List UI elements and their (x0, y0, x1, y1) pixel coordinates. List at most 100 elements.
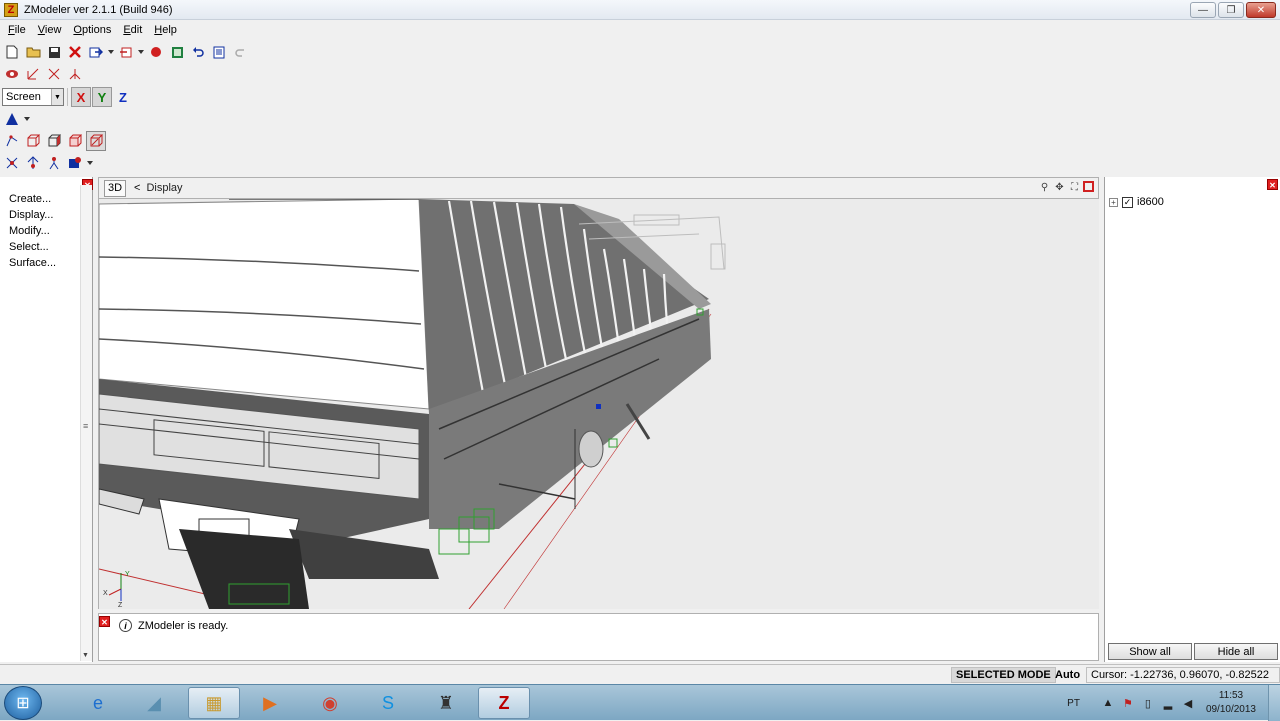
gizmo-x-label: X (103, 590, 108, 597)
cmd-modify[interactable]: Modify... (9, 225, 56, 241)
separator (67, 88, 68, 106)
scene-tree-panel: ✕ + ✓ i8600 Show all Hide all (1104, 177, 1280, 662)
close-tree-icon[interactable]: ✕ (1267, 179, 1278, 190)
visibility-checkbox[interactable]: ✓ (1122, 196, 1133, 208)
menu-view[interactable]: View (32, 24, 68, 36)
coord-space-select[interactable]: Screen ▼ (2, 88, 64, 106)
internet-explorer-icon[interactable]: e (72, 687, 124, 719)
axis-y-toggle[interactable]: Y (92, 87, 112, 107)
pivot-icon[interactable] (2, 64, 22, 84)
record-icon[interactable] (146, 42, 166, 62)
clock-time: 11:53 (1218, 690, 1244, 701)
export-icon[interactable] (116, 42, 136, 62)
menu-options[interactable]: Options (67, 24, 117, 36)
cone-dropdown-icon[interactable] (23, 109, 31, 129)
object-select-icon[interactable] (65, 131, 85, 151)
show-all-button[interactable]: Show all (1108, 643, 1192, 660)
start-button[interactable]: ⊞ (4, 686, 42, 720)
selection-toolbar (2, 130, 106, 152)
3d-viewport[interactable]: Y X Z (98, 199, 1099, 609)
edge-select-icon[interactable] (23, 131, 43, 151)
network-icon[interactable]: ▂ (1160, 695, 1176, 711)
delete-icon[interactable] (65, 42, 85, 62)
viewport-back-arrow[interactable]: < (134, 182, 140, 194)
minimize-button[interactable]: — (1190, 2, 1216, 18)
group-select-icon[interactable] (86, 131, 106, 151)
volume-icon[interactable]: ◀ (1180, 695, 1196, 711)
tool-dropdown-icon[interactable] (86, 153, 94, 173)
tool-d-icon[interactable] (65, 153, 85, 173)
face-select-icon[interactable] (44, 131, 64, 151)
file-explorer-icon[interactable]: ▦ (188, 687, 240, 719)
new-file-icon[interactable] (2, 42, 22, 62)
transform-toolbar (2, 63, 85, 85)
zmodeler-app-icon[interactable]: Z (4, 2, 18, 17)
command-panel-scrollbar[interactable]: ≡ ▼ (80, 185, 92, 661)
status-bar: SELECTED MODE Auto Cursor: -1.22736, 0.9… (0, 664, 1280, 684)
tree-item-label[interactable]: i8600 (1137, 196, 1164, 208)
menu-edit[interactable]: Edit (117, 24, 148, 36)
axis-move-icon[interactable] (23, 64, 43, 84)
render-icon[interactable] (167, 42, 187, 62)
windows-taskbar: ⊞ e ◢ ▦ ▶ ◉ S ♜ Z PT ▲ ⚑ ▯ ▂ ◀ 11:53 09/… (0, 684, 1280, 721)
import-dropdown-icon[interactable] (107, 42, 115, 62)
coord-space-value: Screen (6, 91, 41, 103)
title-bar: Z ZModeler ver 2.1.1 (Build 946) — ❐ ✕ (0, 0, 1280, 20)
save-icon[interactable] (44, 42, 64, 62)
close-log-icon[interactable]: ✕ (99, 616, 110, 627)
open-file-icon[interactable] (23, 42, 43, 62)
axis-z-toggle[interactable]: Z (113, 87, 133, 107)
axis-scale-icon[interactable] (65, 64, 85, 84)
windows-logo-icon: ⊞ (16, 695, 30, 712)
log-panel: ✕ i ZModeler is ready. (98, 613, 1099, 661)
cmd-display[interactable]: Display... (9, 209, 56, 225)
zoom-icon[interactable]: ⚲ (1038, 181, 1051, 194)
tray-expand-icon[interactable]: ▲ (1100, 695, 1116, 711)
action-center-icon[interactable]: ⚑ (1120, 695, 1136, 711)
tool-app-icon[interactable]: ♜ (420, 687, 472, 719)
menu-help[interactable]: Help (148, 24, 183, 36)
scroll-down-icon[interactable]: ▼ (82, 652, 89, 659)
export-dropdown-icon[interactable] (137, 42, 145, 62)
undo-icon[interactable] (188, 42, 208, 62)
axis-gizmo: Y X Z (103, 571, 130, 609)
import-icon[interactable] (86, 42, 106, 62)
language-indicator[interactable]: PT (1067, 698, 1080, 709)
maximize-viewport-icon[interactable] (1083, 181, 1094, 192)
cmd-surface[interactable]: Surface... (9, 257, 56, 273)
notes-icon[interactable] (209, 42, 229, 62)
cone-icon[interactable] (2, 109, 22, 129)
splitter-grip-icon[interactable]: ≡ (83, 421, 88, 431)
hide-all-button[interactable]: Hide all (1194, 643, 1278, 660)
command-panel: ✕ Create... Display... Modify... Select.… (0, 177, 93, 662)
close-button[interactable]: ✕ (1246, 2, 1276, 18)
expand-icon[interactable]: + (1109, 197, 1118, 207)
skype-icon[interactable]: S (362, 687, 414, 719)
power-icon[interactable]: ▯ (1140, 695, 1156, 711)
axis-x-toggle[interactable]: X (71, 87, 91, 107)
fit-icon[interactable]: ⛶ (1068, 181, 1081, 194)
viewport-name: Display (146, 182, 183, 194)
cmd-create[interactable]: Create... (9, 193, 56, 209)
tool-c-icon[interactable] (44, 153, 64, 173)
redo-icon[interactable] (230, 42, 250, 62)
cmd-select[interactable]: Select... (9, 241, 56, 257)
maximize-button[interactable]: ❐ (1218, 2, 1244, 18)
tool-a-icon[interactable] (2, 153, 22, 173)
zmodeler-taskbar-icon[interactable]: Z (478, 687, 530, 719)
axis-rotate-icon[interactable] (44, 64, 64, 84)
tool-b-icon[interactable] (23, 153, 43, 173)
axis-toolbar: Screen ▼ X Y Z (2, 86, 133, 108)
viewport-mode-button[interactable]: 3D (104, 179, 126, 197)
app-glass-icon[interactable]: ◢ (128, 687, 180, 719)
system-tray: PT ▲ ⚑ ▯ ▂ ◀ 11:53 09/10/2013 (1067, 685, 1280, 721)
chrome-icon[interactable]: ◉ (304, 687, 356, 719)
pan-icon[interactable]: ✥ (1053, 181, 1066, 194)
show-desktop-button[interactable] (1268, 685, 1280, 721)
menu-file[interactable]: File (2, 24, 32, 36)
media-player-icon[interactable]: ▶ (244, 687, 296, 719)
clock[interactable]: 11:53 09/10/2013 (1206, 689, 1256, 717)
clock-date: 09/10/2013 (1205, 704, 1256, 715)
tree-item[interactable]: + ✓ i8600 (1109, 196, 1164, 208)
vertex-select-icon[interactable] (2, 131, 22, 151)
